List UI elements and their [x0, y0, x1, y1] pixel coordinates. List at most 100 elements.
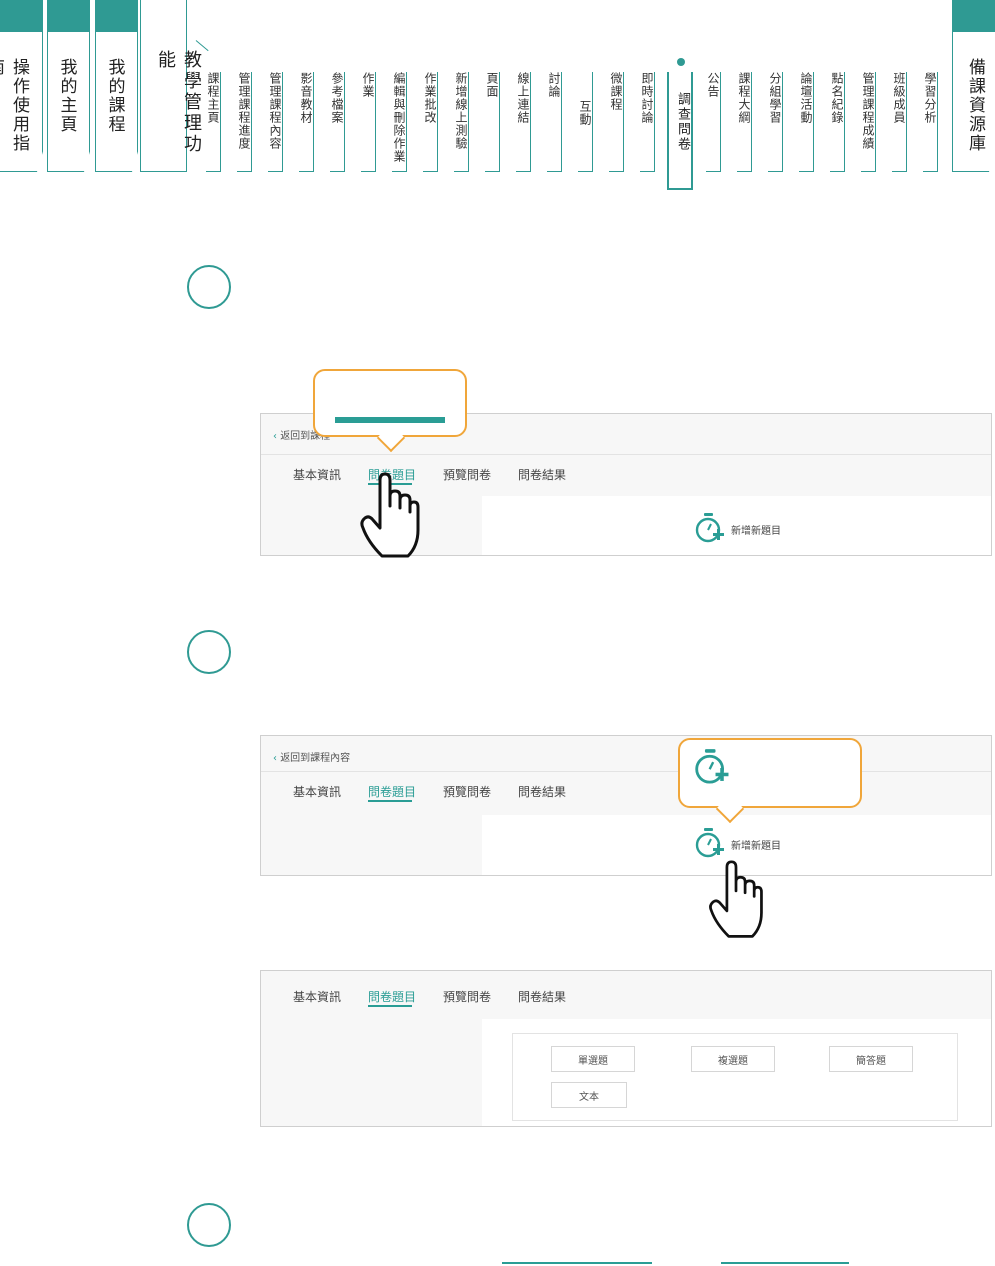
- sub-nav-divider: [330, 171, 344, 172]
- chevron-left-icon: ‹: [273, 431, 277, 442]
- sub-nav-item[interactable]: 論壇活動: [798, 72, 814, 124]
- hand-pointer-icon: [709, 860, 763, 938]
- sub-nav-divider: [485, 171, 499, 172]
- sub-nav-item[interactable]: 微課程: [608, 72, 624, 111]
- sub-nav-item[interactable]: 學習分析: [922, 72, 938, 124]
- nav-tab-guide[interactable]: 操作使用指南: [0, 0, 43, 172]
- nav-tab-courses[interactable]: 我的課程: [95, 0, 138, 172]
- tab-basic-info[interactable]: 基本資訊: [293, 466, 341, 483]
- stopwatch-plus-icon: [695, 749, 729, 784]
- sub-nav-divider: [768, 171, 782, 172]
- chevron-left-icon: ‹: [273, 753, 277, 764]
- text-button[interactable]: 文本: [551, 1082, 627, 1108]
- tab-questions[interactable]: 問卷題目: [368, 988, 416, 1005]
- nav-tab-home[interactable]: 我的主頁: [47, 0, 90, 172]
- sub-nav-item[interactable]: 討論: [546, 72, 562, 98]
- add-question-label: 新增新題目: [731, 525, 781, 537]
- back-link[interactable]: ‹ 返回到課程內容: [273, 749, 350, 764]
- tab-bar: 基本資訊 問卷題目 預覽問卷 問卷結果: [261, 771, 991, 812]
- tab-bar: 基本資訊 問卷題目 預覽問卷 問卷結果: [261, 971, 991, 1011]
- sub-nav-divider: [640, 171, 654, 172]
- sub-nav-divider: [737, 171, 751, 172]
- nav-tab-resources[interactable]: 備課資源庫: [952, 0, 995, 172]
- sub-nav-item[interactable]: 點名紀錄: [829, 72, 845, 124]
- highlight-bar: [335, 417, 445, 423]
- callout-tab-questions: [313, 369, 467, 453]
- sub-nav-divider: [923, 171, 937, 172]
- tab-results[interactable]: 問卷結果: [518, 466, 566, 483]
- sub-nav-item[interactable]: 班級成員: [891, 72, 907, 124]
- fill-blank-line: [502, 1262, 652, 1264]
- sub-nav-item-survey-label: 調查問卷: [675, 92, 690, 152]
- tab-basic-info[interactable]: 基本資訊: [293, 988, 341, 1005]
- single-choice-button[interactable]: 單選題: [551, 1046, 635, 1072]
- nav-tab-courses-label: 我的課程: [104, 58, 125, 134]
- sub-nav-item[interactable]: 即時討論: [639, 72, 655, 124]
- sub-nav-item[interactable]: 互動: [577, 100, 593, 126]
- sub-nav-item[interactable]: 分組學習: [767, 72, 783, 124]
- sub-nav-item[interactable]: 新增線上測驗: [453, 72, 469, 150]
- tab-results[interactable]: 問卷結果: [518, 783, 566, 800]
- tab-preview[interactable]: 預覽問卷: [443, 988, 491, 1005]
- fill-blank-line: [721, 1262, 849, 1264]
- sub-nav-divider: [830, 171, 844, 172]
- sub-nav-divider: [423, 171, 437, 172]
- step-circle-3: [187, 1203, 231, 1247]
- nav-tab-home-label: 我的主頁: [56, 58, 77, 134]
- sub-nav-item[interactable]: 管理課程成績: [860, 72, 876, 150]
- question-type-chooser: 單選題 複選題 簡答題 文本: [512, 1033, 958, 1121]
- nav-tab-guide-label: 操作使用指南: [0, 58, 29, 153]
- nav-tab-teaching[interactable]: 教學管理功能: [140, 0, 202, 172]
- sub-nav-divider: [392, 171, 406, 172]
- panel-step-2: ‹ 返回到課程內容 基本資訊 問卷題目 預覽問卷 問卷結果 新增新題目: [260, 735, 992, 876]
- sub-nav-item[interactable]: 管理課程進度: [236, 72, 252, 150]
- sub-nav-divider: [361, 171, 375, 172]
- add-question-label: 新增新題目: [731, 840, 781, 852]
- tab-questions[interactable]: 問卷題目: [368, 783, 416, 800]
- sub-nav-divider: [799, 171, 813, 172]
- tab-results[interactable]: 問卷結果: [518, 988, 566, 1005]
- sub-nav-item[interactable]: 參考檔案: [329, 72, 345, 124]
- sub-nav-item[interactable]: 作業批改: [422, 72, 438, 124]
- step-circle-2: [187, 630, 231, 674]
- add-question-button[interactable]: 新增新題目: [693, 827, 781, 861]
- content-area: 新增新題目: [482, 496, 991, 555]
- sub-nav-divider: [299, 171, 313, 172]
- tab-preview[interactable]: 預覽問卷: [443, 466, 491, 483]
- sub-nav-item[interactable]: 編輯與刪除作業: [391, 72, 407, 163]
- sub-nav-divider: [237, 171, 251, 172]
- tab-basic-info[interactable]: 基本資訊: [293, 783, 341, 800]
- sub-nav-item[interactable]: 課程主頁: [205, 72, 221, 124]
- sub-nav-divider: [206, 171, 220, 172]
- nav-tab-teaching-label: 教學管理功能: [155, 50, 202, 155]
- step-circle-1: [187, 265, 231, 309]
- active-tab-underline: [368, 1005, 412, 1007]
- nav-tab-resources-label: 備課資源庫: [965, 58, 985, 153]
- sub-nav-item[interactable]: 課程大綱: [736, 72, 752, 124]
- panel-question-types: 基本資訊 問卷題目 預覽問卷 問卷結果 單選題 複選題 簡答題 文本: [260, 970, 992, 1127]
- short-answer-button[interactable]: 簡答題: [829, 1046, 913, 1072]
- sub-nav-divider: [454, 171, 468, 172]
- hand-pointer-icon: [360, 472, 420, 558]
- sub-nav-divider: [516, 171, 530, 172]
- sub-nav-item[interactable]: 作業: [360, 72, 376, 98]
- sub-nav-divider: [861, 171, 875, 172]
- sub-nav-item[interactable]: 管理課程內容: [267, 72, 283, 150]
- stopwatch-plus-icon: [695, 513, 724, 543]
- multiple-choice-button[interactable]: 複選題: [691, 1046, 775, 1072]
- sub-nav-item[interactable]: 影音教材: [298, 72, 314, 124]
- stopwatch-plus-icon: [695, 828, 724, 858]
- sub-nav-divider: [547, 171, 561, 172]
- sub-nav-item[interactable]: 線上連結: [515, 72, 531, 124]
- active-tab-underline: [368, 800, 412, 802]
- sub-nav-divider: [609, 171, 623, 172]
- back-link-label: 返回到課程內容: [280, 753, 351, 764]
- sub-nav-item[interactable]: 頁面: [484, 72, 500, 98]
- sub-nav-divider: [268, 171, 282, 172]
- sub-nav-item[interactable]: 公告: [705, 72, 721, 98]
- sub-nav-divider: [892, 171, 906, 172]
- active-indicator-dot: [677, 58, 685, 66]
- add-question-button[interactable]: 新增新題目: [693, 512, 781, 546]
- sub-nav-divider: [706, 171, 720, 172]
- tab-preview[interactable]: 預覽問卷: [443, 783, 491, 800]
